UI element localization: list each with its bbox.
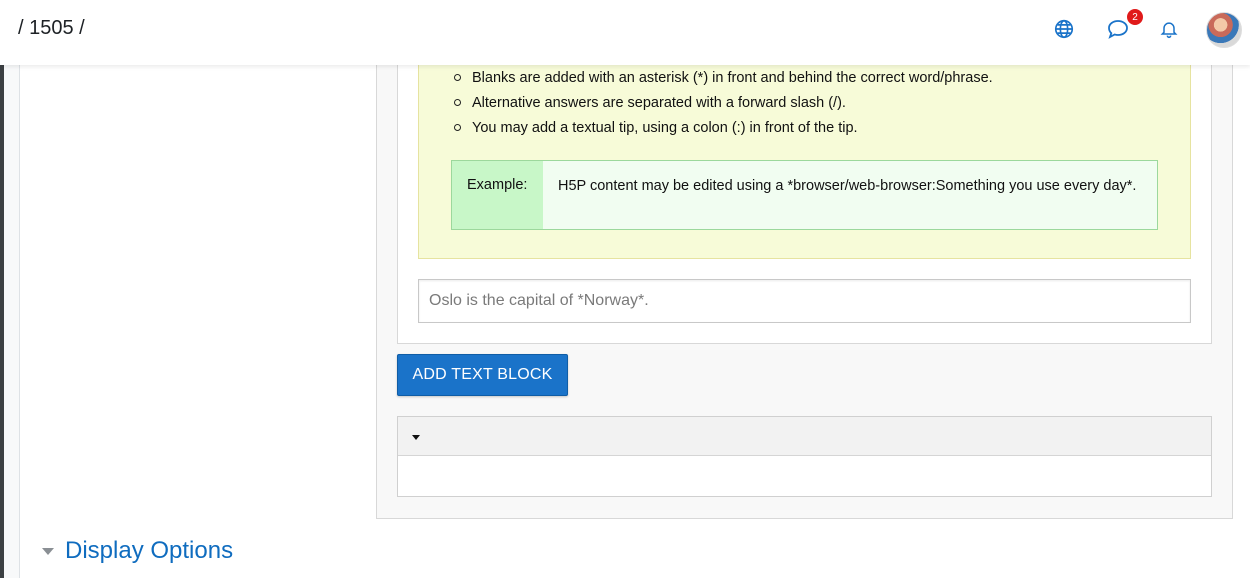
- bell-icon[interactable]: [1156, 16, 1182, 42]
- caret-down-icon[interactable]: [412, 435, 420, 440]
- breadcrumb[interactable]: / 1505 /: [18, 17, 85, 40]
- help-item: Blanks are added with an asterisk (*) in…: [454, 68, 993, 93]
- display-options-toggle[interactable]: Display Options: [42, 537, 233, 565]
- text-block-input[interactable]: [418, 279, 1191, 323]
- messages-badge: 2: [1126, 8, 1144, 26]
- bullet-icon: [454, 99, 461, 106]
- collapsible-field: [397, 416, 1212, 497]
- add-text-block-button[interactable]: ADD TEXT BLOCK: [397, 354, 568, 396]
- user-avatar[interactable]: [1206, 12, 1242, 48]
- bullet-icon: [454, 74, 461, 81]
- top-navbar: / 1505 / 2: [0, 0, 1250, 65]
- help-list: Blanks are added with an asterisk (*) in…: [454, 68, 993, 143]
- example-label: Example:: [452, 161, 543, 229]
- bullet-icon: [454, 124, 461, 131]
- example-text: H5P content may be edited using a *brows…: [558, 178, 1137, 194]
- collapsible-header[interactable]: [398, 417, 1211, 456]
- example-box: Example: H5P content may be edited using…: [451, 160, 1158, 230]
- help-item: You may add a textual tip, using a colon…: [454, 118, 993, 143]
- help-item: Alternative answers are separated with a…: [454, 93, 993, 118]
- caret-down-icon: [42, 547, 54, 555]
- globe-icon[interactable]: [1051, 16, 1077, 42]
- display-options-label[interactable]: Display Options: [65, 537, 233, 565]
- left-edge-strip: [0, 0, 4, 578]
